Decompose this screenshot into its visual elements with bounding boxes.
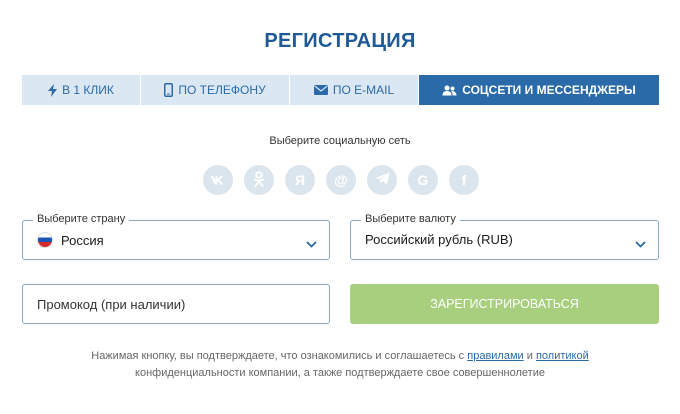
tab-label: В 1 КЛИК bbox=[62, 83, 114, 97]
google-icon: G bbox=[417, 172, 429, 188]
terms-text-line2: конфиденциальности компании, а также под… bbox=[135, 367, 545, 379]
register-button[interactable]: ЗАРЕГИСТРИРОВАТЬСЯ bbox=[350, 284, 659, 324]
odnoklassniki-icon bbox=[253, 170, 265, 190]
phone-icon bbox=[164, 83, 174, 97]
facebook-icon: f bbox=[461, 172, 467, 188]
envelope-icon bbox=[313, 85, 328, 95]
mail-button[interactable]: @ bbox=[326, 165, 356, 195]
yandex-button[interactable]: Я bbox=[285, 165, 315, 195]
facebook-button[interactable]: f bbox=[449, 165, 479, 195]
vk-button[interactable] bbox=[203, 165, 233, 195]
yandex-icon: Я bbox=[294, 172, 306, 188]
country-select[interactable]: Выберите страну Россия bbox=[22, 213, 330, 260]
tab-label: СОЦСЕТИ И МЕССЕНДЖЕРЫ bbox=[462, 83, 636, 97]
social-networks: Я @ G f bbox=[203, 165, 479, 195]
social-prompt: Выберите социальную сеть bbox=[269, 135, 411, 147]
chevron-down-icon bbox=[306, 235, 317, 253]
country-select-label: Выберите страну bbox=[33, 213, 130, 225]
mail-at-icon: @ bbox=[334, 172, 348, 188]
currency-value: Российский рубль (RUB) bbox=[365, 232, 513, 247]
terms-and: и bbox=[523, 350, 536, 362]
rules-link[interactable]: правилами bbox=[467, 350, 523, 362]
lightning-icon bbox=[48, 83, 58, 97]
google-button[interactable]: G bbox=[408, 165, 438, 195]
tab-one-click[interactable]: В 1 КЛИК bbox=[22, 75, 141, 105]
tab-email[interactable]: ПО E-MAIL bbox=[290, 75, 419, 105]
page-title: РЕГИСТРАЦИЯ bbox=[264, 30, 416, 52]
tab-label: ПО E-MAIL bbox=[332, 83, 395, 97]
policy-link[interactable]: политикой bbox=[536, 350, 589, 362]
currency-select[interactable]: Выберите валюту Российский рубль (RUB) bbox=[350, 213, 659, 260]
registration-tabs: В 1 КЛИК ПО ТЕЛЕФОНУ ПО E-MAIL СОЦСЕТИ И… bbox=[22, 75, 659, 105]
tab-social[interactable]: СОЦСЕТИ И МЕССЕНДЖЕРЫ bbox=[419, 75, 659, 105]
telegram-icon bbox=[375, 172, 390, 188]
russia-flag-icon bbox=[37, 232, 53, 248]
promo-code-input[interactable] bbox=[22, 284, 330, 324]
country-value: Россия bbox=[61, 232, 104, 248]
terms-text: Нажимая кнопку, вы подтверждаете, что оз… bbox=[91, 350, 468, 362]
odnoklassniki-button[interactable] bbox=[244, 165, 274, 195]
terms-notice: Нажимая кнопку, вы подтверждаете, что оз… bbox=[0, 348, 680, 382]
users-icon bbox=[442, 85, 457, 96]
tab-label: ПО ТЕЛЕФОНУ bbox=[178, 83, 266, 97]
currency-select-label: Выберите валюту bbox=[361, 213, 460, 225]
tab-phone[interactable]: ПО ТЕЛЕФОНУ bbox=[141, 75, 290, 105]
chevron-down-icon bbox=[635, 235, 646, 253]
telegram-button[interactable] bbox=[367, 165, 397, 195]
vk-icon bbox=[210, 172, 226, 188]
